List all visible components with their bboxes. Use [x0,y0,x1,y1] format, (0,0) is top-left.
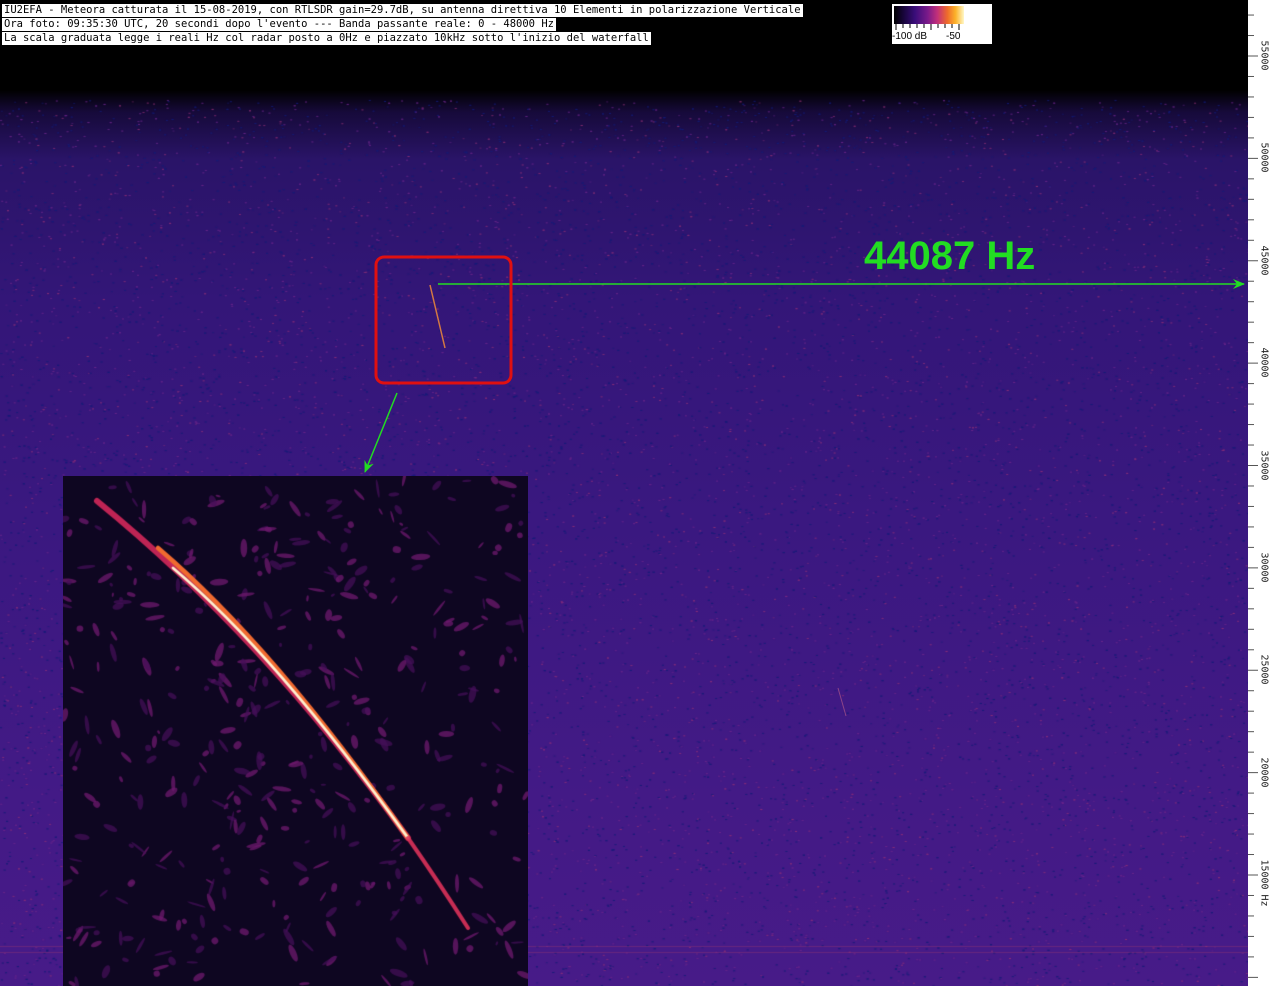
legend-low-label: -100 dB [892,31,928,42]
zoomed-meteor-inset [63,476,528,986]
header-line-1: IU2EFA - Meteora catturata il 15-08-2019… [2,4,803,17]
scale-label: 25000 [1258,654,1270,685]
frequency-scale: 55000 50000 45000 40000 35000 30000 25000 20000… [1248,0,1280,986]
legend-ticks [895,24,960,30]
zoomed-meteor-trace [63,476,528,986]
header-line-3: La scala graduata legge i reali Hz col r… [2,32,651,45]
header-line-2: Ora foto: 09:35:30 UTC, 20 secondi dopo … [2,18,556,31]
color-legend: -100 dB -50 [892,4,992,44]
scale-unit: Hz [1258,894,1270,907]
scale-label: 35000 [1258,449,1270,481]
frequency-label: 44087 Hz [864,234,1036,278]
scale-label: 45000 [1258,245,1270,276]
scale-label: 50000 [1258,142,1270,173]
legend-high-label: -50 [946,31,961,42]
scale-label: 40000 [1258,347,1270,378]
scale-label: 55000 [1258,40,1270,71]
scale-label: 30000 [1258,552,1270,583]
scale-label: 20000 [1258,757,1270,788]
legend-color-bar [894,6,964,24]
